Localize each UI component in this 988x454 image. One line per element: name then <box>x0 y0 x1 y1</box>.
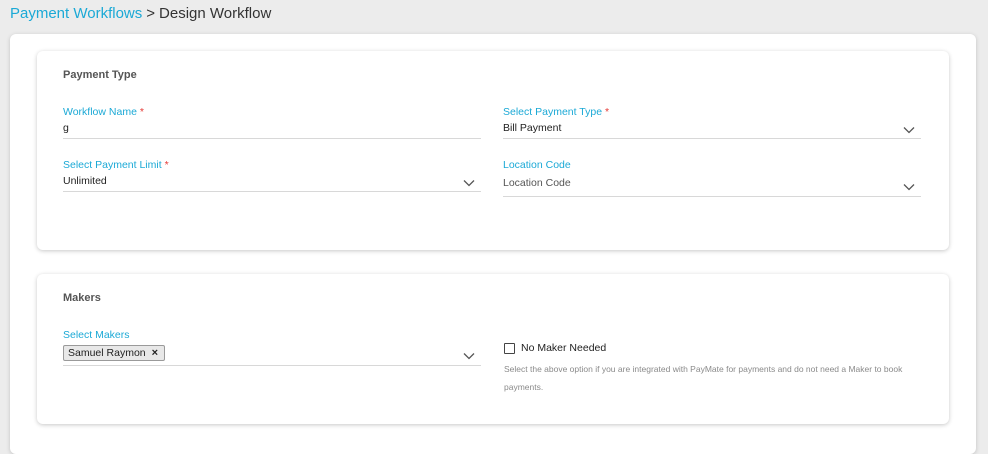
breadcrumb-payment-workflows-link[interactable]: Payment Workflows <box>10 5 142 22</box>
maker-chip-label: Samuel Raymon <box>68 347 146 359</box>
maker-chip: Samuel Raymon × <box>63 345 166 361</box>
chevron-down-icon[interactable] <box>903 126 915 134</box>
select-makers-underline <box>63 365 481 366</box>
chevron-down-icon[interactable] <box>463 179 475 187</box>
payment-type-card: Payment Type Workflow Name * g Select Pay… <box>37 51 949 250</box>
no-maker-help-text: Select the above option if you are integ… <box>504 364 903 392</box>
workflow-name-label: Workflow Name * <box>63 106 144 118</box>
breadcrumb-separator: > <box>146 5 156 22</box>
location-code-select[interactable]: Location Code Location Code <box>503 159 921 197</box>
no-maker-needed-option[interactable]: No Maker Needed <box>504 342 606 354</box>
payment-type-select[interactable]: Select Payment Type * Bill Payment <box>503 106 921 140</box>
workflow-name-input[interactable]: g <box>63 122 69 134</box>
required-mark: * <box>605 106 610 118</box>
makers-card: Makers Select Makers Samuel Raymon × No … <box>37 274 949 424</box>
breadcrumb-current-page: Design Workflow <box>159 5 272 22</box>
required-mark: * <box>139 106 144 118</box>
payment-type-label: Select Payment Type * <box>503 106 610 118</box>
no-maker-needed-checkbox[interactable] <box>504 342 515 354</box>
payment-type-title: Payment Type <box>63 69 137 81</box>
location-code-underline <box>503 196 921 197</box>
workflow-form-container: Payment Type Workflow Name * g Select Pay… <box>10 34 976 454</box>
no-maker-needed-label: No Maker Needed <box>521 342 607 354</box>
chevron-down-icon[interactable] <box>903 183 915 191</box>
location-code-placeholder[interactable]: Location Code <box>503 177 571 189</box>
required-mark: * <box>164 159 169 171</box>
payment-type-value[interactable]: Bill Payment <box>503 122 561 134</box>
payment-limit-value[interactable]: Unlimited <box>63 175 107 187</box>
location-code-label: Location Code <box>503 159 571 171</box>
workflow-name-underline <box>63 138 481 139</box>
makers-title: Makers <box>63 292 101 304</box>
breadcrumb: Payment Workflows > Design Workflow <box>10 5 271 22</box>
payment-limit-select[interactable]: Select Payment Limit * Unlimited <box>63 159 481 193</box>
select-makers-field[interactable]: Select Makers Samuel Raymon × <box>63 329 481 367</box>
close-icon[interactable]: × <box>152 347 158 359</box>
payment-limit-label: Select Payment Limit * <box>63 159 169 171</box>
select-makers-label: Select Makers <box>63 329 130 341</box>
workflow-name-field[interactable]: Workflow Name * g <box>63 106 481 140</box>
chevron-down-icon[interactable] <box>463 352 475 360</box>
payment-limit-underline <box>63 191 481 192</box>
payment-type-underline <box>503 138 921 139</box>
